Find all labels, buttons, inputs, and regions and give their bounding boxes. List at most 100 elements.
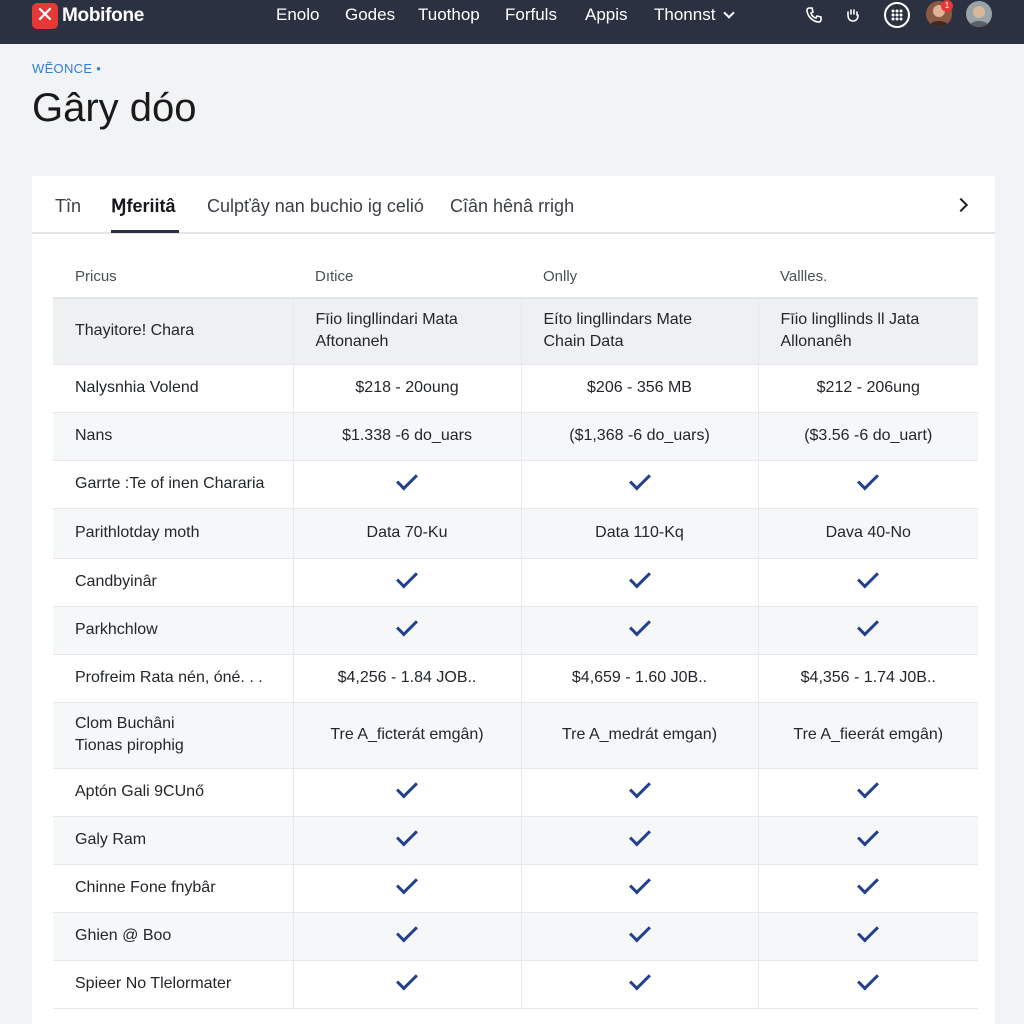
tab-mferiita[interactable]: Ɱferiitâ [111, 196, 176, 217]
table-row: Spieer No Tlelormater [53, 960, 978, 1009]
column-header: Onlly [521, 260, 758, 299]
value-cell: $212 - 206ung [757, 364, 978, 413]
phone-icon[interactable] [801, 2, 827, 28]
value-cell: Fīio lingllinds ll Jata Allonanêh [757, 298, 978, 365]
tab-tin[interactable]: Tîn [55, 196, 81, 217]
check-cell [292, 960, 521, 1009]
checkmark-icon [857, 872, 880, 895]
account-avatar[interactable] [966, 1, 992, 27]
row-label: Garrte :Te of inen Chararia [53, 460, 293, 509]
check-cell [292, 912, 521, 961]
value-cell-line: Aftonaneh [315, 333, 389, 351]
table-row: Ghien @ Boo [53, 912, 978, 961]
table-row: Candbyinâr [53, 558, 978, 607]
nav-item-thonnst-label: Thonnst [654, 5, 716, 24]
checkmark-icon [628, 614, 651, 637]
table-row: Nans $1.338 -6 do_uars ($1,368 -6 do_uars)… [53, 412, 978, 461]
value-cell: Tre A_fieerát emgân) [757, 702, 978, 769]
comparison-card: Tîn Ɱferiitâ Culpťây nan buchio ig celió… [32, 176, 995, 1024]
apps-grid-icon[interactable] [884, 2, 910, 28]
value-cell-line: Fīio lingllinds ll Jata [780, 311, 920, 329]
row-label: Chinne Fone fnybâr [53, 864, 293, 913]
check-cell [757, 864, 978, 913]
checkmark-icon [628, 968, 651, 991]
table-row: Thayitore! Chara Fīio lingllindari Mata Af… [53, 298, 978, 365]
breadcrumb[interactable]: WẼONCE • [32, 61, 101, 76]
chevron-down-icon [723, 7, 736, 19]
value-cell: $1.338 -6 do_uars [292, 412, 521, 461]
table-row: Profreim Rata nén, óné. . . $4,256 - 1.84… [53, 654, 978, 703]
value-cell: Data 110-Kq [520, 508, 758, 559]
brand-logo-icon: ✕ [32, 3, 58, 29]
value-cell: $4,659 - 1.60 J0B.. [520, 654, 758, 703]
row-label-line: Tionas pirophig [75, 737, 184, 754]
check-cell [520, 558, 758, 607]
check-cell [757, 912, 978, 961]
checkmark-icon [628, 468, 651, 491]
check-cell [757, 768, 978, 817]
hand-icon[interactable] [840, 2, 866, 28]
nav-item-enolo[interactable]: Enolo [276, 5, 319, 25]
row-label: Candbyinâr [53, 558, 293, 607]
row-label-line: Clom Buchâni [75, 715, 175, 732]
chevron-right-icon[interactable] [953, 197, 969, 213]
checkmark-icon [628, 566, 651, 589]
table-row: Galy Ram [53, 816, 978, 865]
row-label: Parkhchlow [53, 606, 293, 655]
tab-culptay[interactable]: Culpťây nan buchio ig celió [207, 196, 424, 217]
checkmark-icon [396, 566, 418, 589]
value-cell: Eíto lingllindars Mate Chain Data [520, 298, 758, 365]
checkmark-icon [857, 968, 880, 991]
row-label: Galy Ram [53, 816, 293, 865]
checkmark-icon [396, 614, 418, 637]
notification-badge: 1 [941, 0, 953, 12]
tab-cian-hena[interactable]: Cîân hênâ rrigh [450, 196, 574, 217]
value-cell: $4,356 - 1.74 J0B.. [757, 654, 978, 703]
nav-item-appis[interactable]: Appis [585, 5, 628, 25]
checkmark-icon [396, 468, 418, 491]
check-cell [520, 606, 758, 655]
nav-item-godes[interactable]: Godes [345, 5, 395, 25]
value-cell-line: Fīio lingllindari Mata [315, 311, 458, 329]
value-cell: Dava 40-No [757, 508, 978, 559]
row-label: Nans [53, 412, 293, 461]
active-tab-indicator [111, 230, 179, 233]
column-header: Pricus [53, 260, 293, 299]
value-cell: Data 70-Ku [292, 508, 521, 559]
checkmark-icon [857, 468, 880, 491]
table-row: Chinne Fone fnybâr [53, 864, 978, 913]
nav-item-thonnst-dropdown[interactable]: Thonnst [654, 5, 736, 25]
check-cell [292, 768, 521, 817]
value-cell: Fīio lingllindari Mata Aftonaneh [292, 298, 521, 365]
checkmark-icon [628, 872, 651, 895]
row-label: Spieer No Tlelormater [53, 960, 293, 1009]
check-cell [520, 960, 758, 1009]
checkmark-icon [857, 824, 880, 847]
nav-item-forfuls[interactable]: Forfuls [505, 5, 557, 25]
value-cell: ($3.56 -6 do_uart) [757, 412, 978, 461]
value-cell-line: Eíto lingllindars Mate [543, 311, 693, 329]
table-header-row: Pricus Dıtice Onlly Vallles. [53, 260, 978, 299]
checkmark-icon [396, 776, 418, 799]
nav-item-tuothop[interactable]: Tuothop [418, 5, 480, 25]
table-row: Nalysnhia Volend $218 - 20oung $206 - 356 … [53, 364, 978, 413]
tab-bar: Tîn Ɱferiitâ Culpťây nan buchio ig celió… [32, 176, 995, 234]
value-cell: $4,256 - 1.84 JOB.. [292, 654, 521, 703]
check-cell [292, 460, 521, 509]
row-label: Aptón Gali 9CUnő [53, 768, 293, 817]
value-cell-line: Allonanêh [780, 333, 852, 351]
check-cell [520, 816, 758, 865]
checkmark-icon [857, 614, 880, 637]
check-cell [757, 558, 978, 607]
table-row: Parkhchlow [53, 606, 978, 655]
value-cell: ($1,368 -6 do_uars) [520, 412, 758, 461]
brand[interactable]: ✕ Mobifone [32, 3, 144, 29]
check-cell [292, 864, 521, 913]
check-cell [757, 606, 978, 655]
top-navigation-bar: ✕ Mobifone Enolo Godes Tuothop Forfuls A… [0, 0, 1024, 44]
check-cell [757, 960, 978, 1009]
value-cell: Tre A_ficterát emgân) [292, 702, 521, 769]
row-label: Parithlotday moth [53, 508, 293, 559]
value-cell: $206 - 356 MB [520, 364, 758, 413]
check-cell [292, 558, 521, 607]
